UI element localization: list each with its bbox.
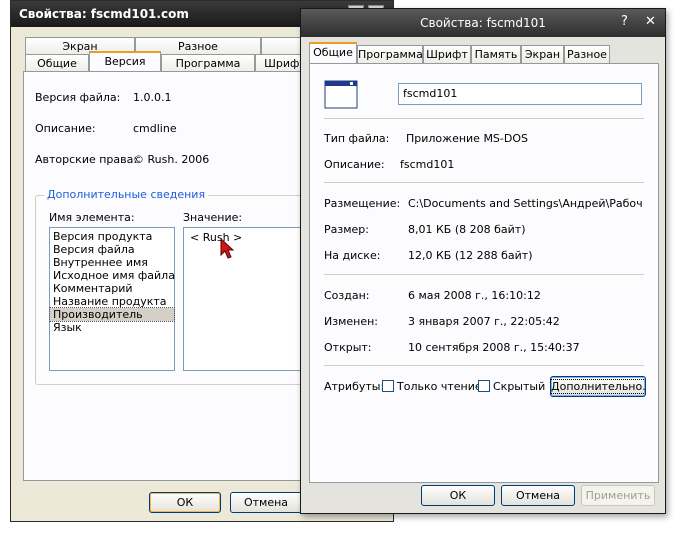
advanced-button[interactable]: Дополнительно... bbox=[550, 376, 646, 397]
separator bbox=[324, 365, 644, 366]
location-label: Размещение: bbox=[324, 197, 401, 210]
list-item[interactable]: Название продукта bbox=[50, 295, 174, 308]
file-type-label: Тип файла: bbox=[324, 132, 390, 145]
front-window-title: Свойства: fscmd101 bbox=[420, 16, 546, 30]
copyright-label: Авторские права: bbox=[35, 153, 138, 166]
ok-button[interactable]: ОК bbox=[421, 485, 495, 506]
file-type-value: Приложение MS-DOS bbox=[406, 132, 528, 145]
help-icon[interactable]: ? bbox=[621, 15, 628, 29]
back-window-title: Свойства: fscmd101.com bbox=[19, 7, 189, 21]
list-item[interactable]: Версия файла bbox=[50, 243, 174, 256]
front-properties-window: Свойства: fscmd101 ? ✕ Общие Программа Ш… bbox=[300, 8, 666, 514]
readonly-checkbox[interactable] bbox=[382, 380, 394, 392]
back-ok-button[interactable]: ОК bbox=[149, 492, 221, 513]
file-name-field[interactable]: fscmd101 bbox=[398, 83, 642, 105]
file-version-value: 1.0.0.1 bbox=[133, 91, 172, 104]
size-on-disk-value: 12,0 КБ (12 288 байт) bbox=[408, 249, 533, 262]
list-item[interactable]: Версия продукта bbox=[50, 230, 174, 243]
location-value: C:\Documents and Settings\Андрей\Рабочий… bbox=[408, 197, 642, 210]
tab-screen[interactable]: Экран bbox=[521, 45, 564, 64]
general-tab-panel: fscmd101 Тип файла: Приложение MS-DOS Оп… bbox=[309, 63, 659, 483]
accessed-value: 10 сентября 2008 г., 15:40:37 bbox=[408, 341, 580, 354]
close-icon[interactable]: ✕ bbox=[645, 15, 656, 29]
separator bbox=[324, 182, 644, 183]
tab-font[interactable]: Шрифт bbox=[423, 45, 471, 64]
item-name-list[interactable]: Версия продукта Версия файла Внутреннее … bbox=[49, 227, 175, 371]
hidden-label[interactable]: Скрытый bbox=[493, 380, 545, 393]
description-value: fscmd101 bbox=[400, 158, 455, 171]
front-window-titlebar[interactable]: Свойства: fscmd101 bbox=[301, 9, 665, 37]
version-description-value: cmdline bbox=[133, 122, 177, 135]
list-item[interactable]: Язык bbox=[50, 321, 174, 334]
version-description-label: Описание: bbox=[35, 122, 96, 135]
description-label: Описание: bbox=[324, 158, 385, 171]
cancel-button[interactable]: Отмена bbox=[501, 485, 575, 506]
back-tab-version[interactable]: Версия bbox=[89, 51, 161, 73]
msdos-window-icon bbox=[324, 80, 358, 109]
separator bbox=[324, 118, 644, 119]
created-value: 6 мая 2008 г., 16:10:12 bbox=[408, 289, 541, 302]
back-cancel-button[interactable]: Отмена bbox=[230, 492, 302, 513]
list-item[interactable]: Внутреннее имя bbox=[50, 256, 174, 269]
tab-memory[interactable]: Память bbox=[471, 45, 521, 64]
list-item[interactable]: Комментарий bbox=[50, 282, 174, 295]
tab-program[interactable]: Программа bbox=[357, 45, 423, 64]
modified-label: Изменен: bbox=[324, 315, 379, 328]
apply-button[interactable]: Применить bbox=[581, 485, 655, 506]
additional-info-legend: Дополнительные сведения bbox=[44, 188, 209, 201]
size-label: Размер: bbox=[324, 223, 369, 236]
value-label: Значение: bbox=[183, 211, 243, 224]
size-on-disk-label: На диске: bbox=[324, 249, 381, 262]
modified-value: 3 января 2007 г., 22:05:42 bbox=[408, 315, 560, 328]
value-box[interactable]: < Rush > bbox=[183, 227, 303, 371]
hidden-checkbox[interactable] bbox=[478, 380, 490, 392]
tab-general[interactable]: Общие bbox=[309, 42, 357, 64]
file-version-label: Версия файла: bbox=[35, 91, 121, 104]
value-text: < Rush > bbox=[190, 231, 243, 244]
list-item-selected[interactable]: Производитель bbox=[49, 307, 175, 322]
list-item[interactable]: Исходное имя файла bbox=[50, 269, 175, 282]
accessed-label: Открыт: bbox=[324, 341, 372, 354]
tab-misc[interactable]: Разное bbox=[564, 45, 610, 64]
mouse-cursor-icon bbox=[220, 237, 235, 259]
attributes-label: Атрибуты: bbox=[324, 380, 385, 393]
item-name-label: Имя элемента: bbox=[49, 211, 135, 224]
created-label: Создан: bbox=[324, 289, 370, 302]
size-value: 8,01 КБ (8 208 байт) bbox=[408, 223, 526, 236]
copyright-value: © Rush. 2006 bbox=[133, 153, 210, 166]
readonly-label[interactable]: Только чтение bbox=[397, 380, 482, 393]
separator bbox=[324, 274, 644, 275]
